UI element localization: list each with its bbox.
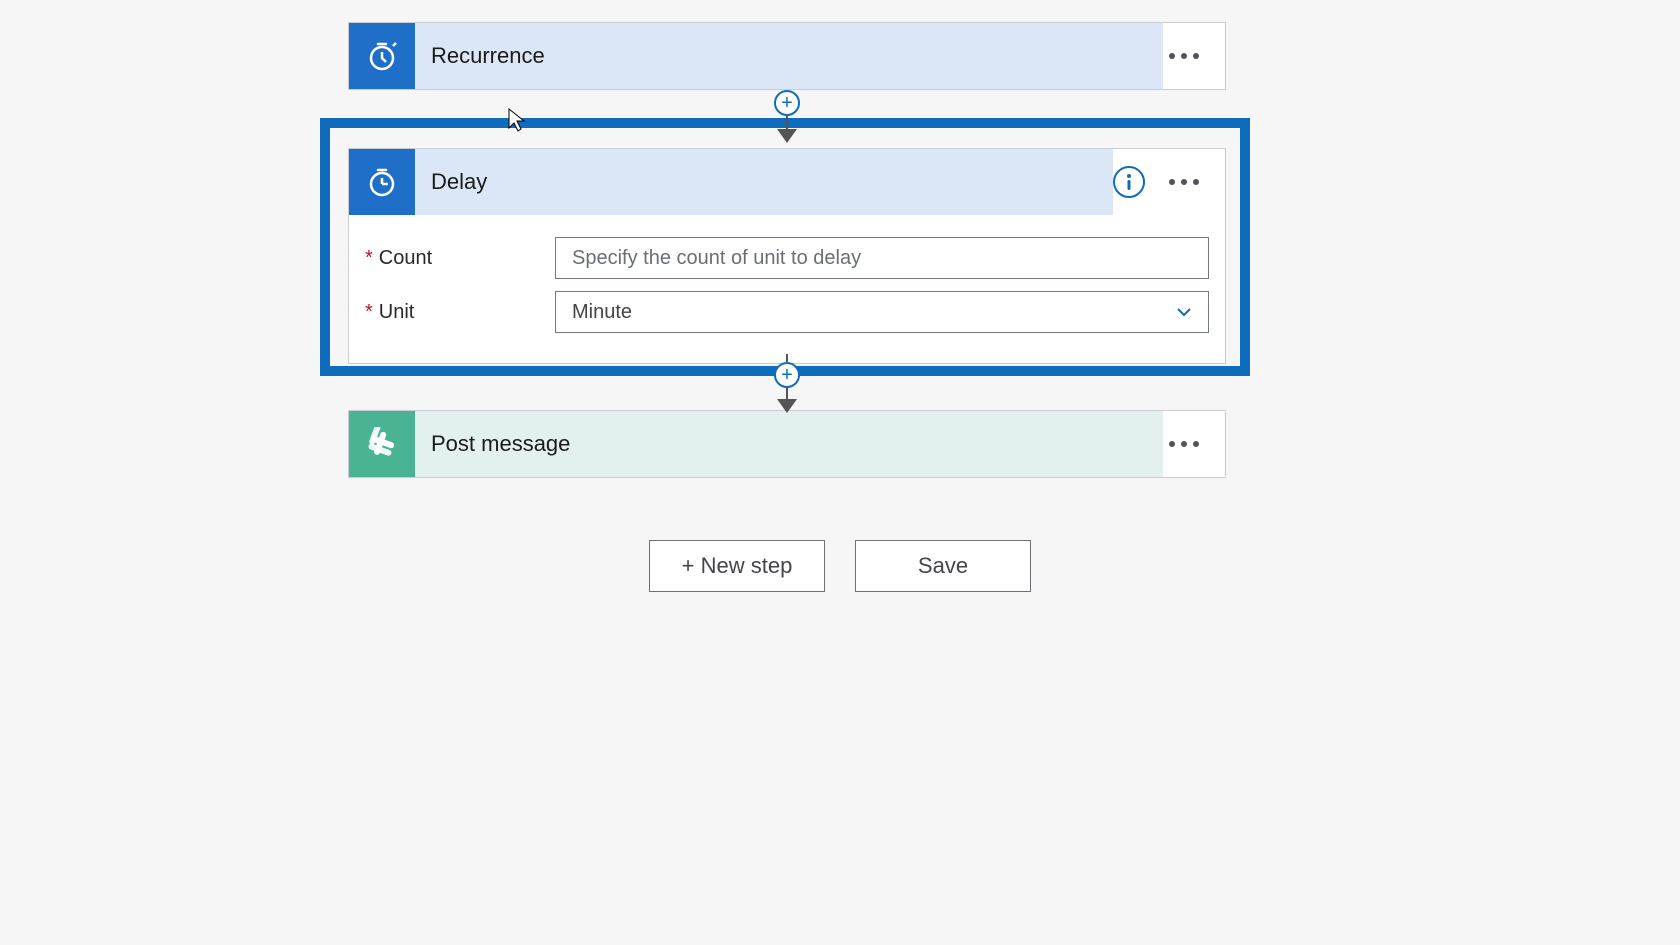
- chevron-down-icon: [1174, 302, 1194, 322]
- card-title: Delay: [415, 149, 1113, 215]
- selected-step-highlight: Delay *: [320, 118, 1250, 376]
- add-step-button[interactable]: +: [774, 362, 800, 388]
- field-label-unit: * Unit: [365, 301, 555, 324]
- ellipsis-dot-icon: [1169, 441, 1175, 447]
- more-options-button[interactable]: [1163, 435, 1205, 453]
- chevron-down-icon: [777, 129, 797, 143]
- action-buttons-row: + New step Save: [0, 540, 1680, 592]
- step-card-post-message[interactable]: Post message: [348, 410, 1226, 478]
- ellipsis-dot-icon: [1169, 179, 1175, 185]
- form-row-unit: * Unit Minute: [365, 285, 1209, 339]
- card-title: Recurrence: [415, 23, 1163, 89]
- ellipsis-dot-icon: [1193, 179, 1199, 185]
- card-title: Post message: [415, 411, 1163, 477]
- field-control: [555, 237, 1209, 279]
- arrow-line: [786, 116, 788, 130]
- ellipsis-dot-icon: [1169, 53, 1175, 59]
- card-actions: [1113, 166, 1225, 198]
- delay-icon: [349, 149, 415, 215]
- ellipsis-dot-icon: [1181, 179, 1187, 185]
- ellipsis-dot-icon: [1181, 441, 1187, 447]
- card-actions: [1163, 47, 1225, 65]
- more-options-button[interactable]: [1163, 173, 1205, 191]
- count-input[interactable]: [555, 237, 1209, 279]
- required-asterisk: *: [365, 301, 373, 324]
- info-button[interactable]: [1113, 166, 1145, 198]
- card-actions: [1163, 435, 1225, 453]
- arrow-line: [786, 354, 788, 362]
- form-row-count: * Count: [365, 231, 1209, 285]
- card-header[interactable]: Post message: [349, 411, 1225, 477]
- field-control: Minute: [555, 291, 1209, 333]
- flow-designer-canvas: Recurrence +: [0, 0, 1680, 945]
- ellipsis-dot-icon: [1193, 53, 1199, 59]
- more-options-button[interactable]: [1163, 47, 1205, 65]
- highlight-inner: Delay *: [330, 128, 1240, 366]
- card-header[interactable]: Recurrence: [349, 23, 1225, 89]
- add-step-button[interactable]: +: [774, 90, 800, 116]
- chevron-down-icon: [777, 399, 797, 413]
- ellipsis-dot-icon: [1193, 441, 1199, 447]
- delay-form: * Count * Unit: [349, 215, 1225, 363]
- new-step-button[interactable]: + New step: [649, 540, 825, 592]
- field-label-count: * Count: [365, 247, 555, 270]
- label-text: Unit: [379, 301, 415, 324]
- connector-arrow: +: [777, 90, 797, 143]
- unit-select[interactable]: Minute: [555, 291, 1209, 333]
- connector-arrow: +: [777, 354, 797, 413]
- step-card-delay[interactable]: Delay *: [348, 148, 1226, 364]
- required-asterisk: *: [365, 247, 373, 270]
- step-card-recurrence[interactable]: Recurrence: [348, 22, 1226, 90]
- label-text: Count: [379, 247, 432, 270]
- slack-icon: [349, 411, 415, 477]
- card-header[interactable]: Delay: [349, 149, 1225, 215]
- ellipsis-dot-icon: [1181, 53, 1187, 59]
- recurrence-icon: [349, 23, 415, 89]
- save-button[interactable]: Save: [855, 540, 1031, 592]
- select-value: Minute: [572, 301, 632, 324]
